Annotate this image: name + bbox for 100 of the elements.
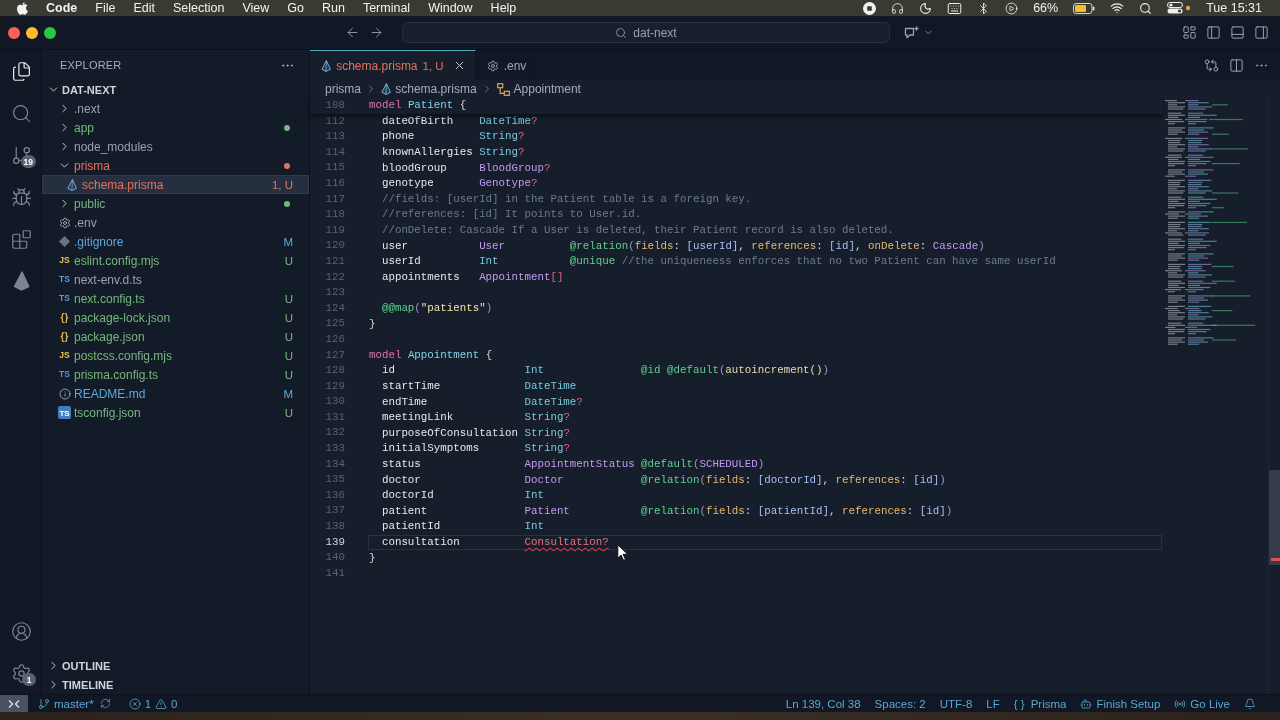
sidebar-left-icon[interactable] bbox=[1206, 25, 1221, 40]
section-header[interactable]: TIMELINE bbox=[42, 675, 309, 694]
robot-icon bbox=[1080, 697, 1093, 710]
tree-item[interactable]: TS tsconfig.json U bbox=[42, 403, 309, 422]
tree-item[interactable]: .env bbox=[42, 213, 309, 232]
breadcrumb-item[interactable]: Appointment bbox=[496, 82, 581, 96]
menu-item[interactable]: Help bbox=[490, 1, 517, 15]
folder-header[interactable]: DAT-NEXT bbox=[42, 80, 309, 99]
file-type-label: TS bbox=[59, 294, 70, 303]
close-window-button[interactable] bbox=[8, 26, 20, 39]
play-icon[interactable] bbox=[1005, 1, 1019, 15]
code-line: initialSymptoms String? bbox=[381, 442, 570, 456]
layout-icon[interactable] bbox=[1182, 25, 1197, 40]
triangle-icon bbox=[381, 83, 392, 95]
code-line: purposeOfConsultation String? bbox=[381, 426, 570, 440]
zoom-window-button[interactable] bbox=[44, 26, 56, 39]
menu-item[interactable]: File bbox=[95, 1, 116, 15]
go-live-button[interactable]: Go Live bbox=[1168, 695, 1236, 712]
apple-logo[interactable] bbox=[17, 1, 28, 15]
cursor-position-button[interactable]: Ln 139, Col 38 bbox=[779, 695, 867, 712]
folder-item[interactable]: public bbox=[42, 194, 309, 213]
compare-changes-icon[interactable] bbox=[1204, 57, 1219, 73]
breadcrumb-item[interactable]: prisma bbox=[325, 82, 361, 96]
menu-item[interactable]: Window bbox=[428, 1, 473, 15]
code-line: meetingLink String? bbox=[381, 411, 570, 425]
line-number: 119 bbox=[324, 222, 346, 238]
search-icon[interactable] bbox=[1139, 1, 1153, 15]
line-number: 121 bbox=[324, 253, 346, 269]
tree-item[interactable]: TS next.config.ts U bbox=[42, 289, 309, 308]
tree-item[interactable]: JS postcss.config.mjs U bbox=[42, 346, 309, 365]
language-mode-button[interactable]: { } Prisma bbox=[1007, 695, 1073, 712]
section-header[interactable]: OUTLINE bbox=[42, 656, 309, 675]
tree-item[interactable]: README.md M bbox=[42, 384, 309, 403]
settings-icon[interactable] bbox=[10, 662, 32, 684]
keyboard-icon[interactable] bbox=[947, 0, 963, 16]
notification-badge: 1 bbox=[22, 673, 36, 686]
code-line: dateOfBirth DateTime? bbox=[381, 114, 538, 128]
git-status-label: M bbox=[283, 387, 293, 400]
branch-icon bbox=[38, 697, 50, 710]
menu-item[interactable]: View bbox=[242, 1, 270, 15]
finish-setup-button[interactable]: Finish Setup bbox=[1074, 695, 1167, 712]
account-icon[interactable] bbox=[10, 620, 32, 642]
line-number: 126 bbox=[324, 331, 346, 347]
tree-item[interactable]: {} package.json U bbox=[42, 327, 309, 346]
editor-tab[interactable]: .env bbox=[475, 50, 535, 80]
line-ending-button[interactable]: LF bbox=[980, 695, 1006, 712]
menu-item[interactable]: Run bbox=[321, 1, 345, 15]
moon-icon[interactable] bbox=[919, 1, 933, 15]
panel-bottom-icon[interactable] bbox=[1230, 25, 1245, 40]
editor-tab[interactable]: schema.prisma 1, U bbox=[310, 50, 476, 80]
tree-item[interactable]: .gitignore M bbox=[42, 232, 309, 251]
code-line: userId Int @unique //the uniqueneess enforces that no two Patient can have same userId bbox=[381, 255, 1056, 269]
menu-bar-clock[interactable]: Tue 15:31 bbox=[1206, 1, 1262, 15]
warning-icon bbox=[155, 697, 168, 710]
triangle-icon[interactable] bbox=[12, 271, 30, 291]
encoding-button[interactable]: UTF-8 bbox=[933, 695, 979, 712]
indentation-button[interactable]: Spaces: 2 bbox=[868, 695, 932, 712]
control-center-icon[interactable] bbox=[1167, 2, 1192, 14]
split-editor-icon[interactable] bbox=[1229, 57, 1244, 73]
line-number: 140 bbox=[324, 550, 346, 566]
line-number: 113 bbox=[324, 129, 346, 145]
folder-item[interactable]: .next bbox=[42, 99, 309, 118]
command-center-search[interactable]: dat-next bbox=[402, 22, 890, 43]
line-number: 136 bbox=[324, 487, 346, 503]
gear-icon bbox=[58, 216, 71, 229]
menu-item[interactable]: Selection bbox=[172, 1, 225, 15]
folder-item[interactable]: prisma bbox=[42, 156, 309, 175]
tree-item[interactable]: TS prisma.config.ts U bbox=[42, 365, 309, 384]
extensions-icon[interactable] bbox=[10, 228, 32, 250]
menu-item[interactable]: Edit bbox=[133, 1, 155, 15]
bug-icon[interactable] bbox=[10, 186, 32, 208]
headphones-icon[interactable] bbox=[891, 1, 905, 15]
chat-sparkle-icon[interactable] bbox=[904, 25, 920, 40]
sync-icon[interactable] bbox=[99, 698, 111, 709]
menu-item[interactable]: Go bbox=[287, 1, 304, 15]
remote-button[interactable] bbox=[0, 695, 28, 712]
stop-icon[interactable] bbox=[863, 1, 877, 15]
tree-item[interactable]: TS next-env.d.ts bbox=[42, 270, 309, 289]
scrollbar-thumb[interactable] bbox=[1269, 470, 1280, 565]
minimize-window-button[interactable] bbox=[26, 26, 38, 39]
breadcrumb-item[interactable]: schema.prisma bbox=[381, 82, 477, 96]
tree-item[interactable]: schema.prisma 1, U bbox=[42, 175, 309, 194]
problems-button[interactable]: 1 0 bbox=[122, 695, 184, 712]
battery-icon[interactable] bbox=[1073, 2, 1096, 14]
tree-item[interactable]: {} package-lock.json U bbox=[42, 308, 309, 327]
folder-item[interactable]: app bbox=[42, 118, 309, 137]
wifi-icon[interactable] bbox=[1110, 1, 1125, 15]
git-status-label: U bbox=[284, 368, 293, 381]
files-icon[interactable] bbox=[10, 60, 32, 82]
folder-item[interactable]: node_modules bbox=[42, 137, 309, 156]
bell-icon[interactable] bbox=[1244, 697, 1256, 710]
error-icon bbox=[128, 697, 141, 710]
search-icon[interactable] bbox=[10, 102, 32, 124]
app-menu[interactable]: Code bbox=[46, 1, 78, 15]
menu-item[interactable]: Terminal bbox=[362, 1, 411, 15]
tree-item[interactable]: JS eslint.config.mjs U bbox=[42, 251, 309, 270]
sidebar-right-icon[interactable] bbox=[1254, 25, 1269, 40]
git-status-label: M bbox=[283, 235, 293, 248]
code-line: appointments Appointment[] bbox=[381, 270, 564, 284]
branch-button[interactable]: master* bbox=[28, 695, 100, 712]
